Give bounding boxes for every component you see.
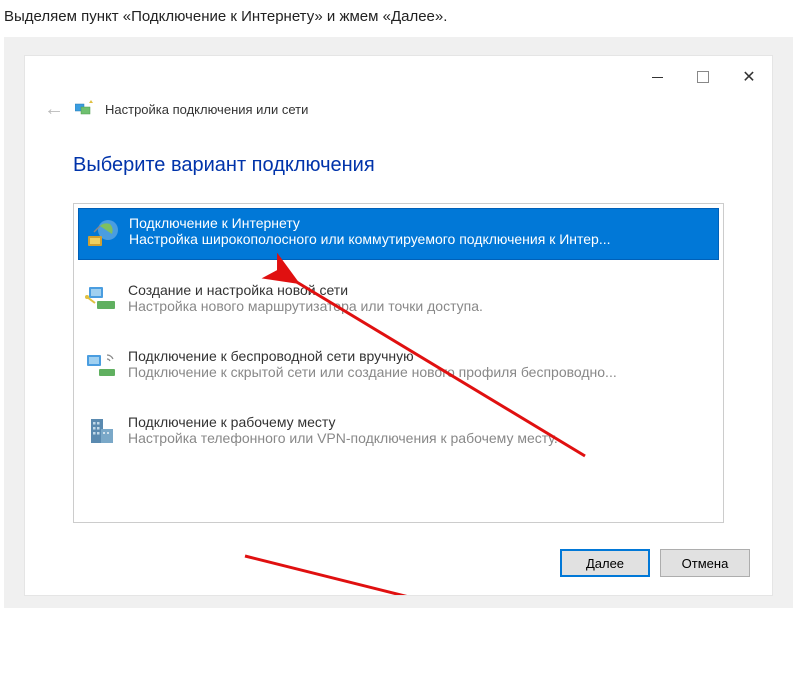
option-connect-internet[interactable]: Подключение к Интернету Настройка широко… — [78, 208, 719, 260]
minimize-button[interactable] — [634, 61, 680, 93]
router-icon — [84, 282, 120, 318]
option-create-network[interactable]: Создание и настройка новой сети Настройк… — [78, 276, 719, 326]
outer-frame: ✕ ← Настройка подключения или сети Выбер… — [4, 37, 793, 608]
cancel-button[interactable]: Отмена — [660, 549, 750, 577]
network-setup-icon — [75, 100, 95, 118]
options-list: Подключение к Интернету Настройка широко… — [73, 203, 724, 523]
option-title: Подключение к рабочему месту — [128, 414, 713, 430]
page-heading: Выберите вариант подключения — [73, 154, 724, 177]
content-area: Выберите вариант подключения Подключ — [25, 130, 772, 533]
wireless-icon — [84, 348, 120, 384]
option-desc: Подключение к скрытой сети или создание … — [128, 364, 713, 380]
maximize-button[interactable] — [680, 61, 726, 93]
globe-icon — [85, 215, 121, 251]
header-row: ← Настройка подключения или сети — [25, 98, 772, 130]
close-button[interactable]: ✕ — [726, 61, 772, 93]
option-desc: Настройка телефонного или VPN-подключени… — [128, 430, 713, 446]
option-title: Подключение к Интернету — [129, 215, 712, 231]
dialog-footer: Далее Отмена — [25, 533, 772, 595]
next-button[interactable]: Далее — [560, 549, 650, 577]
option-title: Подключение к беспроводной сети вручную — [128, 348, 713, 364]
titlebar: ✕ — [25, 56, 772, 98]
option-wireless-manual[interactable]: Подключение к беспроводной сети вручную … — [78, 342, 719, 392]
option-desc: Настройка нового маршрутизатора или точк… — [128, 298, 713, 314]
option-desc: Настройка широкополосного или коммутируе… — [129, 231, 712, 247]
instruction-caption: Выделяем пункт «Подключение к Интернету»… — [0, 0, 797, 37]
back-arrow-icon[interactable]: ← — [43, 98, 65, 120]
header-title: Настройка подключения или сети — [105, 102, 308, 117]
dialog-window: ✕ ← Настройка подключения или сети Выбер… — [24, 55, 773, 596]
option-workplace[interactable]: Подключение к рабочему месту Настройка т… — [78, 408, 719, 458]
building-icon — [84, 414, 120, 450]
option-title: Создание и настройка новой сети — [128, 282, 713, 298]
